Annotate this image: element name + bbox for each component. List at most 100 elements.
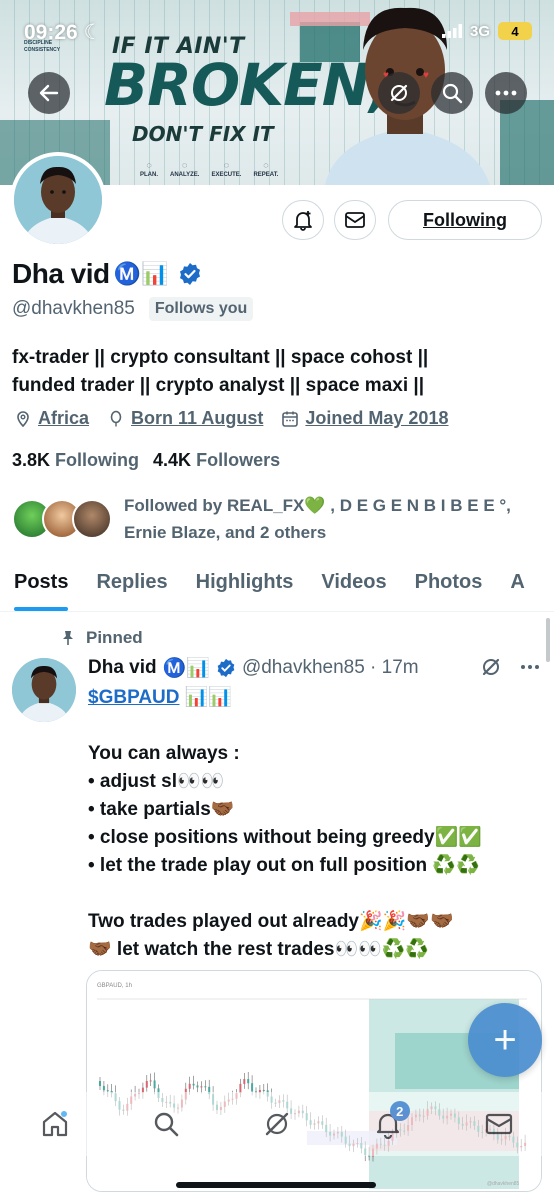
home-icon bbox=[43, 1111, 68, 1137]
candle-body bbox=[200, 1086, 203, 1088]
scrollbar[interactable] bbox=[546, 618, 550, 662]
more-dots-icon bbox=[495, 90, 517, 96]
birthday-item: Born 11 August bbox=[107, 408, 263, 429]
post-author-avatar[interactable] bbox=[12, 658, 76, 722]
candle-body bbox=[247, 1079, 250, 1084]
candle-body bbox=[251, 1083, 254, 1092]
followed-by-line: Ernie Blaze, and 2 others bbox=[124, 523, 327, 542]
nav-grok[interactable] bbox=[247, 1099, 307, 1149]
nav-search[interactable] bbox=[136, 1099, 196, 1149]
status-bar: 09:26 ☾ 3G 4 bbox=[0, 0, 554, 54]
bio-line: fx-trader || crypto consultant || space … bbox=[12, 347, 429, 368]
bell-plus-icon bbox=[294, 211, 312, 231]
trading-chart-image: GBPAUD, 1h @dhavkhen85 bbox=[87, 971, 541, 1191]
bottom-navigation: 2 bbox=[0, 1092, 554, 1156]
followed-by-line: Followed by REAL_FX💚 , D E G E N B I B E… bbox=[124, 496, 511, 515]
banner-step: PLAN. bbox=[140, 160, 158, 178]
post-line bbox=[88, 712, 548, 740]
candle-body bbox=[262, 1089, 265, 1091]
follows-you-badge: Follows you bbox=[148, 297, 254, 321]
candle-body bbox=[102, 1086, 105, 1091]
birthday-link[interactable]: Born 11 August bbox=[131, 408, 263, 429]
grok-icon[interactable] bbox=[480, 656, 502, 678]
tab-posts[interactable]: Posts bbox=[0, 560, 82, 611]
home-indicator[interactable] bbox=[176, 1182, 376, 1188]
more-dots-icon[interactable] bbox=[520, 664, 540, 670]
location-item: Africa bbox=[14, 408, 89, 429]
back-button[interactable] bbox=[28, 72, 70, 114]
profile-avatar[interactable] bbox=[10, 152, 106, 248]
post-actions-top bbox=[480, 656, 540, 678]
post-line: • close positions without being greedy✅✅ bbox=[88, 827, 482, 848]
arrow-left-icon bbox=[39, 84, 59, 102]
more-button[interactable] bbox=[485, 72, 527, 114]
joined-link[interactable]: Joined May 2018 bbox=[305, 408, 448, 429]
banner-steps: PLAN. ANALYZE. EXECUTE. REPEAT. bbox=[140, 160, 278, 178]
search-icon bbox=[442, 83, 463, 104]
tab-articles[interactable]: A bbox=[496, 560, 538, 611]
following-count-link[interactable]: 3.8K Following bbox=[12, 450, 139, 471]
location-link[interactable]: Africa bbox=[38, 408, 89, 429]
profile-name-emojis: Ⓜ️📊 bbox=[113, 261, 169, 286]
network-type: 3G bbox=[469, 22, 490, 40]
post-media-chart[interactable]: GBPAUD, 1h @dhavkhen85 bbox=[86, 970, 542, 1192]
tab-highlights[interactable]: Highlights bbox=[182, 560, 308, 611]
calendar-icon bbox=[282, 411, 299, 427]
post-text: $GBPAUD 📊📊 You can always : • adjust sl👀… bbox=[88, 684, 548, 964]
followers-count-link[interactable]: 4.4K Followers bbox=[153, 450, 280, 471]
followed-by-text: Followed by REAL_FX💚 , D E G E N B I B E… bbox=[124, 492, 511, 546]
post-line: Two trades played out already🎉🎉🤝🏾🤝🏾 bbox=[88, 911, 454, 932]
notification-badge: 2 bbox=[389, 1101, 410, 1121]
candle-body bbox=[149, 1080, 152, 1082]
location-pin-icon bbox=[17, 410, 29, 427]
nav-home[interactable] bbox=[25, 1099, 85, 1149]
candle-body bbox=[204, 1086, 207, 1088]
envelope-icon bbox=[485, 1113, 512, 1135]
profile-name: Dha vid bbox=[12, 258, 110, 289]
profile-name-row: Dha vid Ⓜ️📊 bbox=[12, 258, 202, 290]
candle-body bbox=[243, 1079, 246, 1084]
follower-avatars bbox=[12, 499, 112, 539]
following-button[interactable]: Following bbox=[388, 200, 542, 240]
post-line: • adjust sl👀👀 bbox=[88, 771, 225, 792]
grok-button[interactable] bbox=[378, 72, 420, 114]
search-button[interactable] bbox=[431, 72, 473, 114]
post-handle-time: @dhavkhen85 · 17m bbox=[241, 657, 419, 678]
tab-replies[interactable]: Replies bbox=[82, 560, 181, 611]
profile-handle: @dhavkhen85 bbox=[12, 298, 135, 319]
tab-videos[interactable]: Videos bbox=[307, 560, 400, 611]
pinned-label: Pinned bbox=[86, 628, 143, 647]
moon-icon: ☾ bbox=[83, 21, 103, 44]
battery-icon: 4 bbox=[498, 22, 532, 40]
search-icon bbox=[154, 1112, 179, 1137]
follower-avatar bbox=[72, 499, 112, 539]
avatar-portrait bbox=[12, 658, 76, 722]
grok-icon bbox=[390, 84, 408, 102]
post-line: • let the trade play out on full positio… bbox=[88, 855, 480, 876]
profile-tabs: Posts Replies Highlights Videos Photos A bbox=[0, 560, 554, 612]
follow-counts: 3.8K Following 4.4K Followers bbox=[12, 450, 280, 471]
bio-line: funded trader || crypto analyst || space… bbox=[12, 375, 425, 396]
signal-icon bbox=[441, 24, 462, 38]
candle-body bbox=[99, 1081, 101, 1086]
verified-badge-icon[interactable] bbox=[178, 262, 202, 286]
profile-meta: Africa Born 11 August Joined May 2018 bbox=[14, 408, 448, 429]
post-author-name[interactable]: Dha vid bbox=[88, 657, 157, 679]
notify-button[interactable] bbox=[282, 200, 324, 240]
post-line: • take partials🤝🏾 bbox=[88, 799, 235, 820]
nav-messages[interactable] bbox=[469, 1099, 529, 1149]
compose-button[interactable]: + bbox=[468, 1003, 542, 1077]
candle-body bbox=[145, 1080, 148, 1088]
status-time: 09:26 ☾ bbox=[24, 21, 103, 44]
followed-by-section[interactable]: Followed by REAL_FX💚 , D E G E N B I B E… bbox=[12, 492, 511, 546]
grok-icon bbox=[265, 1112, 289, 1136]
tab-photos[interactable]: Photos bbox=[401, 560, 497, 611]
nav-notifications[interactable]: 2 bbox=[358, 1099, 418, 1149]
verified-badge-icon bbox=[217, 658, 235, 678]
svg-text:♥: ♥ bbox=[423, 70, 429, 81]
post-line: You can always : bbox=[88, 743, 240, 764]
cashtag-emojis: 📊📊 bbox=[179, 687, 233, 708]
balloon-icon bbox=[110, 410, 122, 426]
cashtag-link[interactable]: $GBPAUD bbox=[88, 687, 180, 708]
message-button[interactable] bbox=[334, 200, 376, 240]
